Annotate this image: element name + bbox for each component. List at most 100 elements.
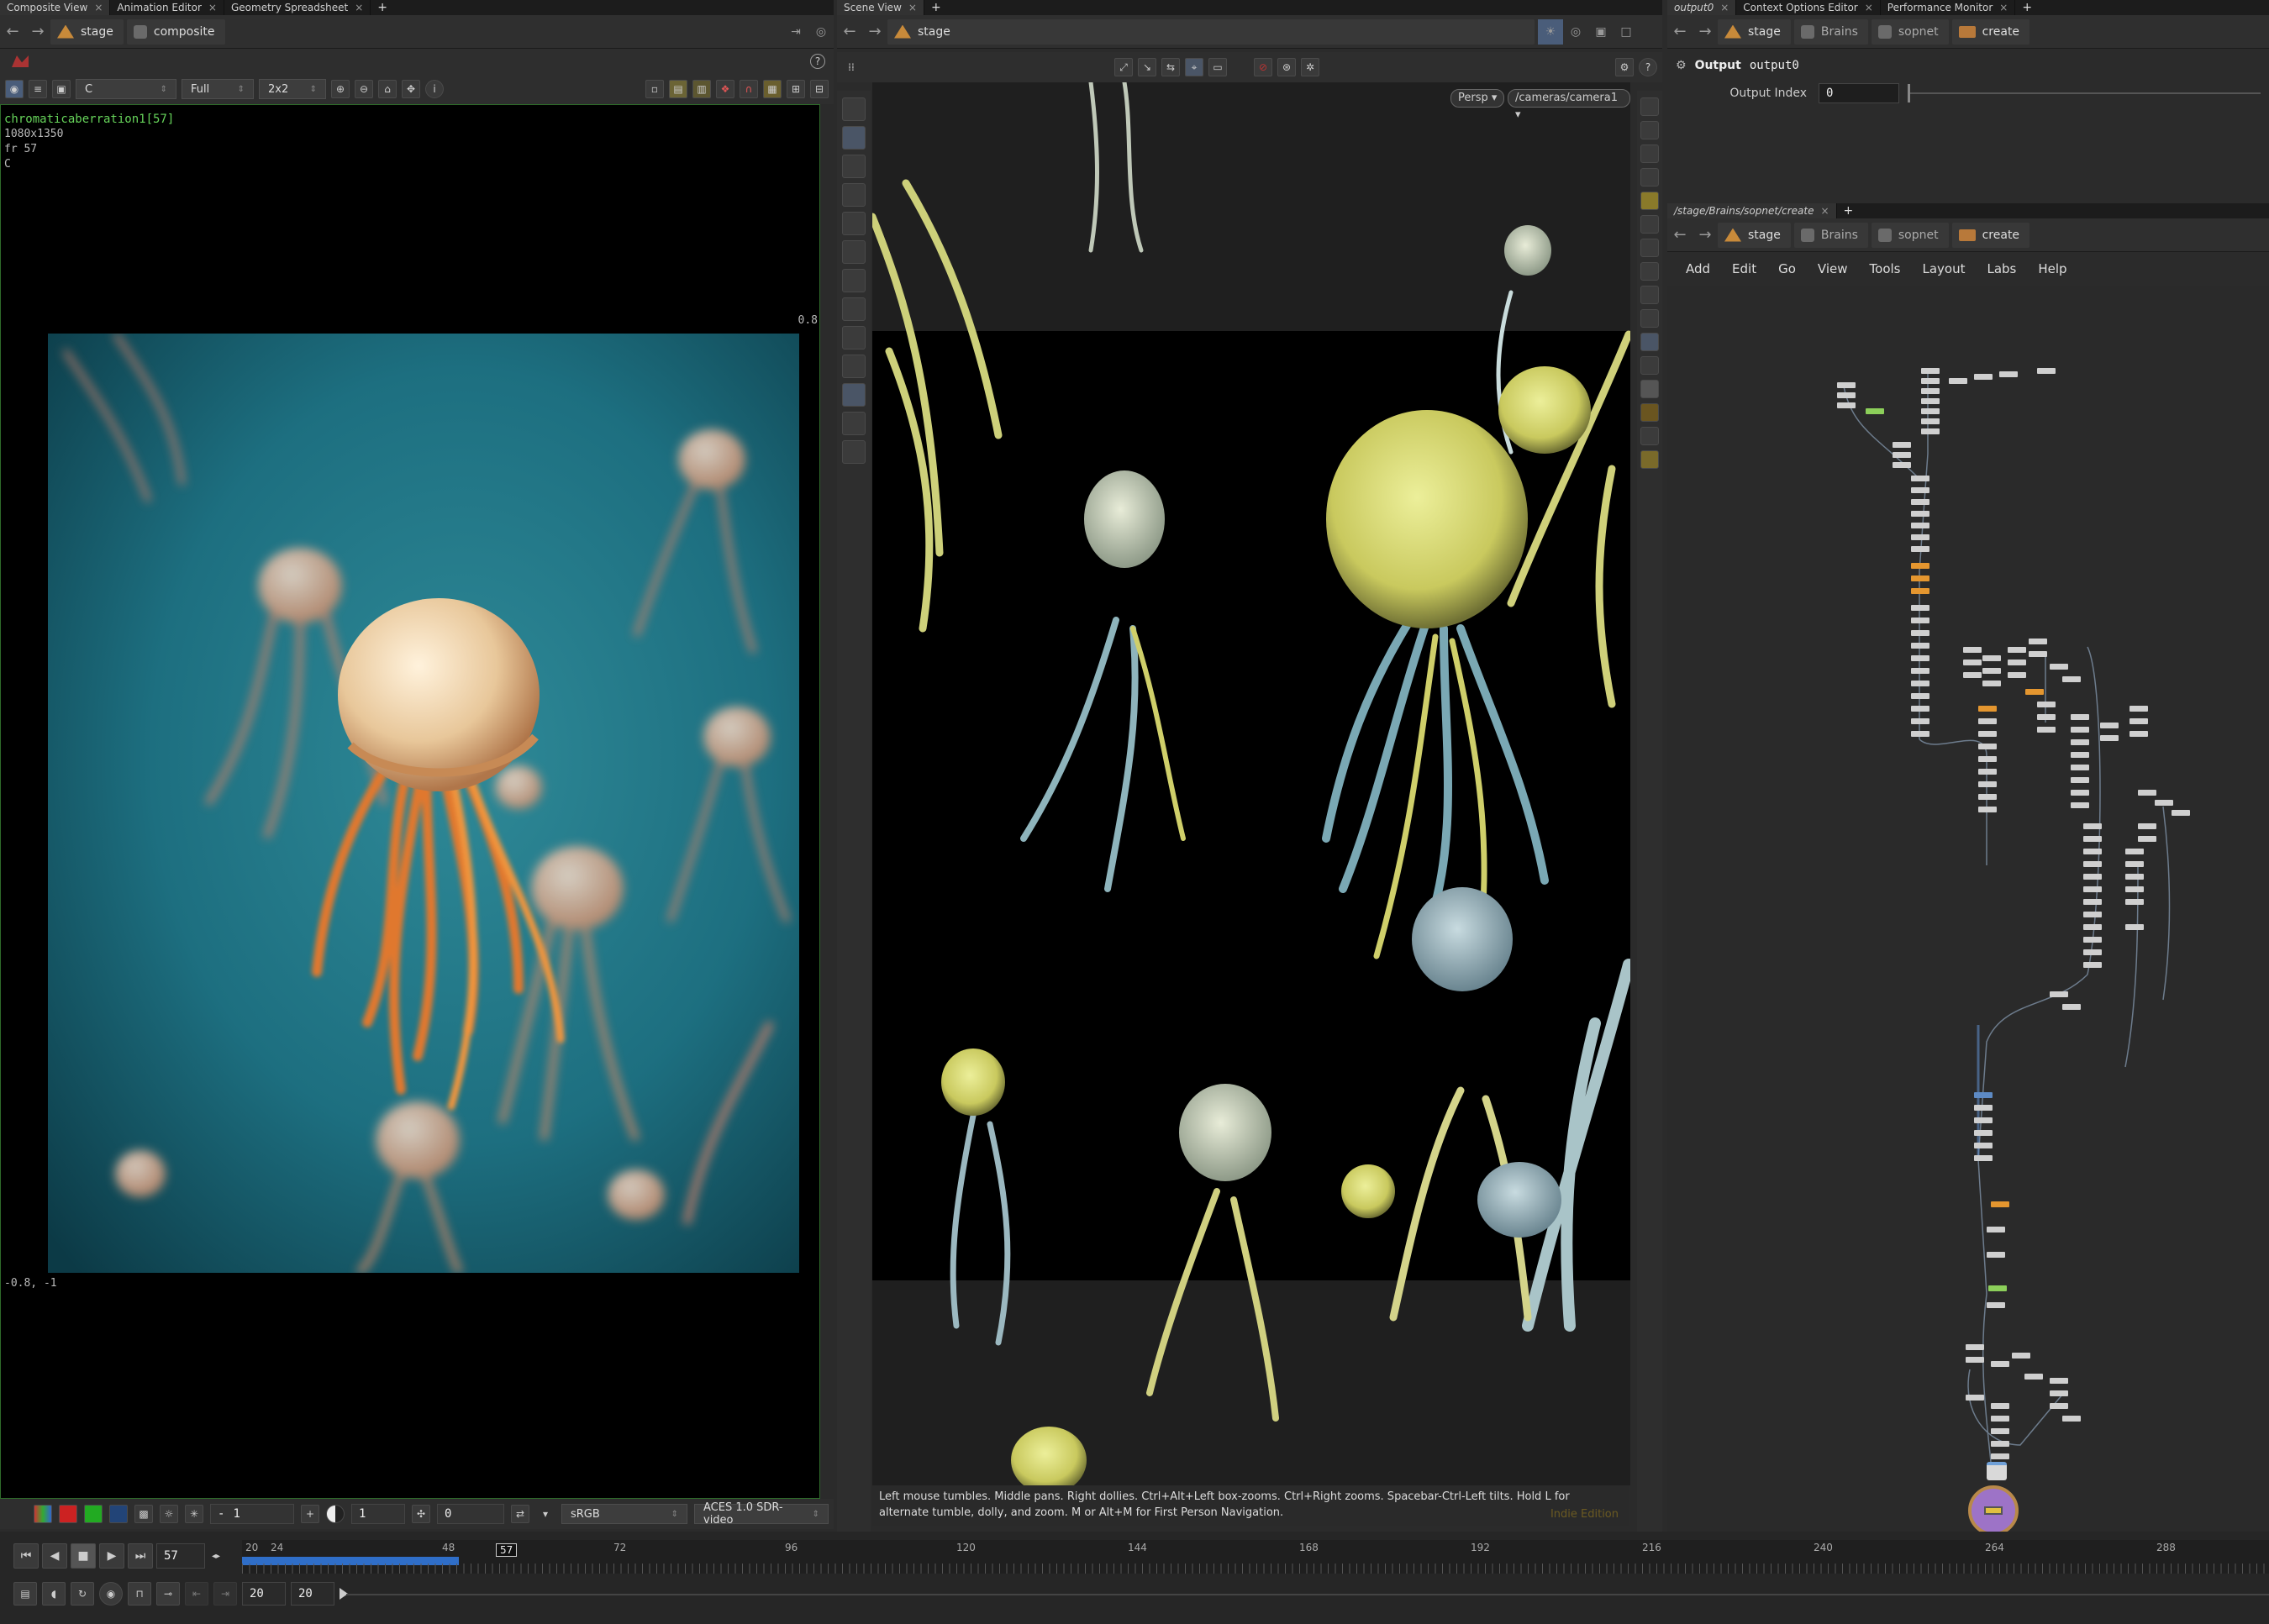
network-node[interactable] bbox=[1982, 681, 2001, 686]
network-node[interactable] bbox=[2083, 849, 2102, 854]
network-node[interactable] bbox=[2129, 731, 2148, 737]
crumb-create[interactable]: create bbox=[1951, 18, 2030, 45]
network-node[interactable] bbox=[1974, 1143, 1993, 1148]
maximize-icon[interactable]: □ bbox=[1614, 19, 1639, 45]
network-node[interactable] bbox=[1978, 769, 1997, 775]
network-node[interactable] bbox=[1911, 693, 1929, 699]
realtime-icon[interactable]: ▤ bbox=[13, 1582, 37, 1606]
crumb-stage[interactable]: stage bbox=[1718, 18, 1791, 45]
network-node[interactable] bbox=[2125, 899, 2144, 905]
composite-viewport[interactable]: chromaticaberration1[57] 1080x1350 fr 57… bbox=[0, 104, 820, 1499]
network-node[interactable] bbox=[1911, 668, 1929, 674]
menu-layout[interactable]: Layout bbox=[1922, 261, 1965, 276]
network-node[interactable] bbox=[2037, 702, 2056, 707]
info-icon[interactable]: i bbox=[425, 80, 444, 98]
snapshot-icon[interactable] bbox=[1640, 356, 1659, 375]
range-end-icon[interactable]: ⇥ bbox=[213, 1582, 237, 1606]
back-arrow-icon[interactable]: ← bbox=[0, 19, 25, 45]
back-arrow-icon[interactable]: ← bbox=[837, 19, 862, 45]
record-icon[interactable]: ⊘ bbox=[1254, 58, 1272, 76]
color-picker-icon[interactable] bbox=[1640, 403, 1659, 422]
audio-icon[interactable]: ◖ bbox=[42, 1582, 66, 1606]
network-node[interactable] bbox=[2071, 802, 2089, 808]
minus-icon[interactable]: - bbox=[218, 1507, 224, 1521]
compare-icon[interactable]: ▫ bbox=[645, 80, 664, 98]
back-arrow-icon[interactable]: ← bbox=[1667, 19, 1693, 45]
stop-icon[interactable]: ■ bbox=[71, 1543, 96, 1569]
lut-icon[interactable]: ✣ bbox=[412, 1505, 430, 1523]
network-node[interactable] bbox=[2172, 810, 2190, 816]
crumb-stage[interactable]: stage bbox=[50, 18, 124, 45]
network-node[interactable] bbox=[2125, 849, 2144, 854]
network-node[interactable] bbox=[2050, 664, 2068, 670]
network-node[interactable] bbox=[1991, 1441, 2009, 1447]
scene-viewport[interactable]: Persp ▾ /cameras/camera1 ▾ bbox=[872, 82, 1630, 1485]
network-node[interactable] bbox=[1911, 681, 1929, 686]
guides-icon[interactable] bbox=[1640, 168, 1659, 187]
menu-add[interactable]: Add bbox=[1686, 261, 1710, 276]
close-icon[interactable]: × bbox=[908, 2, 917, 13]
display-icon[interactable] bbox=[1640, 97, 1659, 116]
crumb-stage[interactable]: stage bbox=[1718, 222, 1791, 248]
transform-icon[interactable]: ⇆ bbox=[1161, 58, 1180, 76]
network-node[interactable] bbox=[2037, 727, 2056, 733]
network-node[interactable] bbox=[1911, 487, 1929, 493]
exposure-field[interactable]: -1 bbox=[210, 1504, 294, 1524]
network-node[interactable] bbox=[1921, 388, 1940, 394]
network-node[interactable] bbox=[2125, 924, 2144, 930]
network-node[interactable] bbox=[1921, 418, 1940, 424]
rotate-tool-icon[interactable] bbox=[842, 183, 866, 207]
green-channel-icon[interactable] bbox=[84, 1505, 103, 1523]
tab-performance-monitor[interactable]: Performance Monitor × bbox=[1881, 0, 2016, 15]
network-node[interactable] bbox=[2071, 727, 2089, 733]
forward-arrow-icon[interactable]: → bbox=[25, 19, 50, 45]
network-node[interactable] bbox=[1911, 655, 1929, 661]
network-node[interactable] bbox=[2071, 790, 2089, 796]
add-tab-icon[interactable]: + bbox=[924, 1, 948, 14]
scrub-icon[interactable]: ⊸ bbox=[156, 1582, 180, 1606]
camera-button[interactable]: /cameras/camera1 ▾ bbox=[1508, 89, 1630, 121]
network-node[interactable] bbox=[2008, 672, 2026, 678]
tab-output0[interactable]: output0 × bbox=[1667, 0, 1737, 15]
network-node[interactable] bbox=[2125, 886, 2144, 892]
network-node[interactable] bbox=[1963, 672, 1982, 678]
network-node[interactable] bbox=[1988, 1285, 2007, 1291]
slider-handle[interactable] bbox=[1908, 84, 1910, 102]
network-node[interactable] bbox=[1893, 452, 1911, 458]
home-icon[interactable]: ⌂ bbox=[378, 80, 397, 98]
help-icon[interactable]: ? bbox=[1639, 58, 1657, 76]
select-tool-icon[interactable] bbox=[842, 97, 866, 121]
network-node[interactable] bbox=[2008, 660, 2026, 665]
back-arrow-icon[interactable]: ← bbox=[1667, 223, 1693, 248]
network-node[interactable] bbox=[2071, 739, 2089, 745]
crumb-brains[interactable]: Brains bbox=[1793, 222, 1868, 248]
range-slider-track[interactable] bbox=[346, 1594, 2269, 1595]
network-node[interactable] bbox=[1978, 706, 1997, 712]
select-pose-icon[interactable]: ⤢ bbox=[1114, 58, 1133, 76]
network-node[interactable] bbox=[1987, 1302, 2005, 1308]
frame-icon[interactable]: ▭ bbox=[1208, 58, 1227, 76]
network-node[interactable] bbox=[1911, 605, 1929, 611]
exposure-icon[interactable]: ☼ bbox=[160, 1505, 178, 1523]
network-node[interactable] bbox=[1978, 744, 1997, 749]
bulb-icon[interactable] bbox=[1640, 239, 1659, 257]
network-node[interactable] bbox=[1837, 402, 1856, 408]
network-node[interactable] bbox=[2025, 689, 2044, 695]
ocio-dropdown-icon[interactable]: ▾ bbox=[536, 1505, 555, 1523]
zoom-in-icon[interactable]: ⊕ bbox=[331, 80, 350, 98]
zoom-out-icon[interactable]: ⊖ bbox=[355, 80, 373, 98]
network-node[interactable] bbox=[1911, 476, 1929, 481]
render-icon[interactable]: ❖ bbox=[716, 80, 734, 98]
grid-dots-icon[interactable]: ⁞⁞ bbox=[842, 58, 861, 76]
network-node[interactable] bbox=[1911, 706, 1929, 712]
menu-tools[interactable]: Tools bbox=[1870, 261, 1901, 276]
crumb-composite[interactable]: composite bbox=[126, 18, 225, 45]
layers-icon[interactable]: ≡ bbox=[29, 80, 47, 98]
network-node[interactable] bbox=[2062, 1004, 2081, 1010]
close-icon[interactable]: × bbox=[1999, 2, 2008, 13]
network-node[interactable] bbox=[1991, 1453, 2009, 1459]
magnet-tool-icon[interactable] bbox=[842, 326, 866, 350]
tab-network-path[interactable]: /stage/Brains/sopnet/create × bbox=[1667, 203, 1837, 218]
network-node[interactable] bbox=[1974, 374, 1993, 380]
network-node[interactable] bbox=[1866, 408, 1884, 414]
